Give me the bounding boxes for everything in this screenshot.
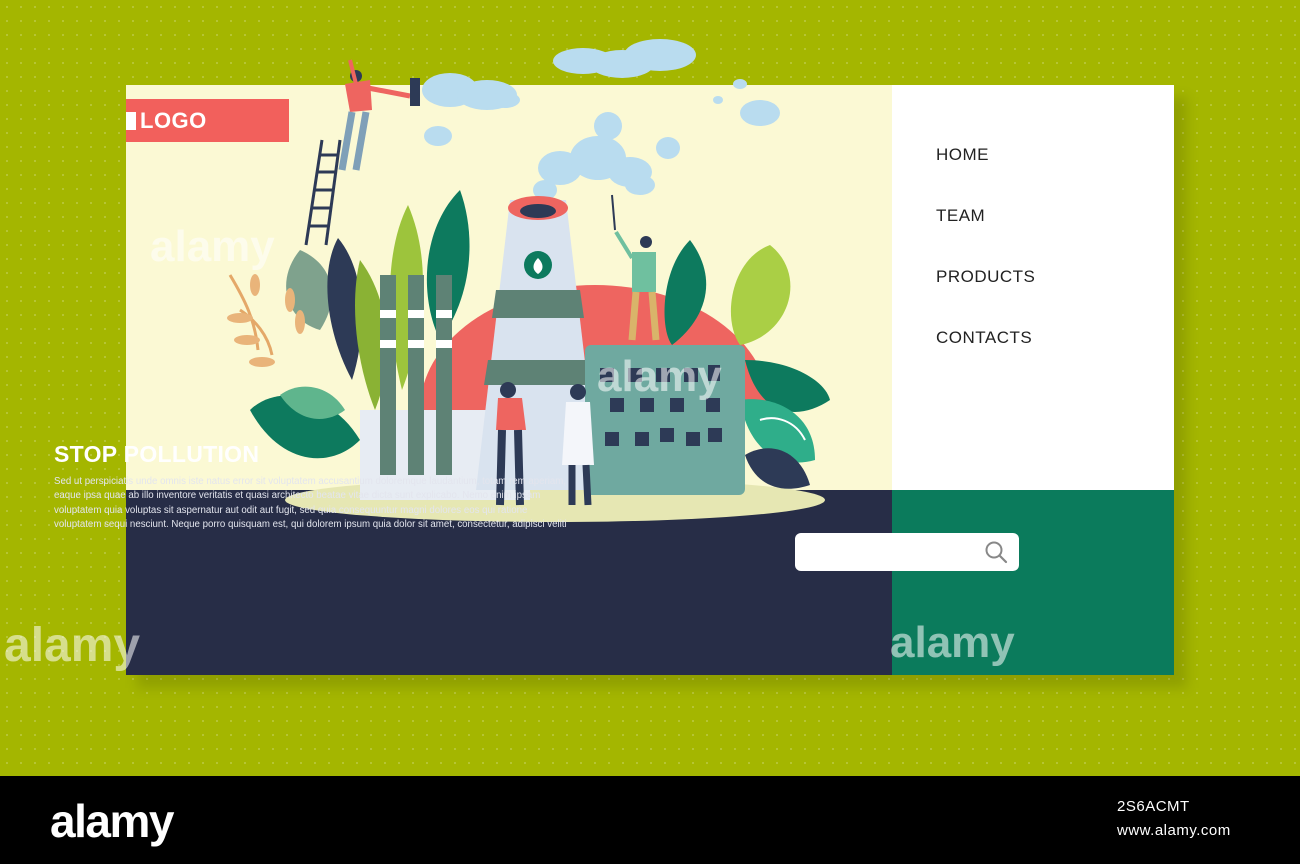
logo[interactable]: LOGO xyxy=(126,99,289,142)
watermark: alamy xyxy=(4,619,141,672)
footer-logo[interactable]: alamy xyxy=(50,794,174,848)
footer-url[interactable]: www.alamy.com xyxy=(1117,822,1231,839)
nav-item-contacts[interactable]: CONTACTS xyxy=(936,328,1032,348)
search-icon[interactable] xyxy=(983,539,1009,565)
hero-body-text: Sed ut perspiciatis unde omnis iste natu… xyxy=(54,476,567,531)
hero-title: STOP POLLUTION xyxy=(54,441,260,467)
nav-item-products[interactable]: PRODUCTS xyxy=(936,267,1035,287)
nav-item-home[interactable]: HOME xyxy=(936,145,989,165)
search-panel xyxy=(892,490,1174,675)
footer-bar: alamy 2S6ACMT www.alamy.com xyxy=(0,776,1300,864)
landing-card: HOME TEAM PRODUCTS CONTACTS LOGO xyxy=(126,85,1174,675)
page-background: HOME TEAM PRODUCTS CONTACTS LOGO STOP PO… xyxy=(0,0,1300,776)
logo-text: LOGO xyxy=(140,107,207,133)
hero-area xyxy=(126,85,892,490)
nav-item-team[interactable]: TEAM xyxy=(936,206,985,226)
logo-mark xyxy=(126,111,136,130)
nav-panel: HOME TEAM PRODUCTS CONTACTS xyxy=(892,85,1174,490)
image-id: 2S6ACMT xyxy=(1117,798,1190,815)
